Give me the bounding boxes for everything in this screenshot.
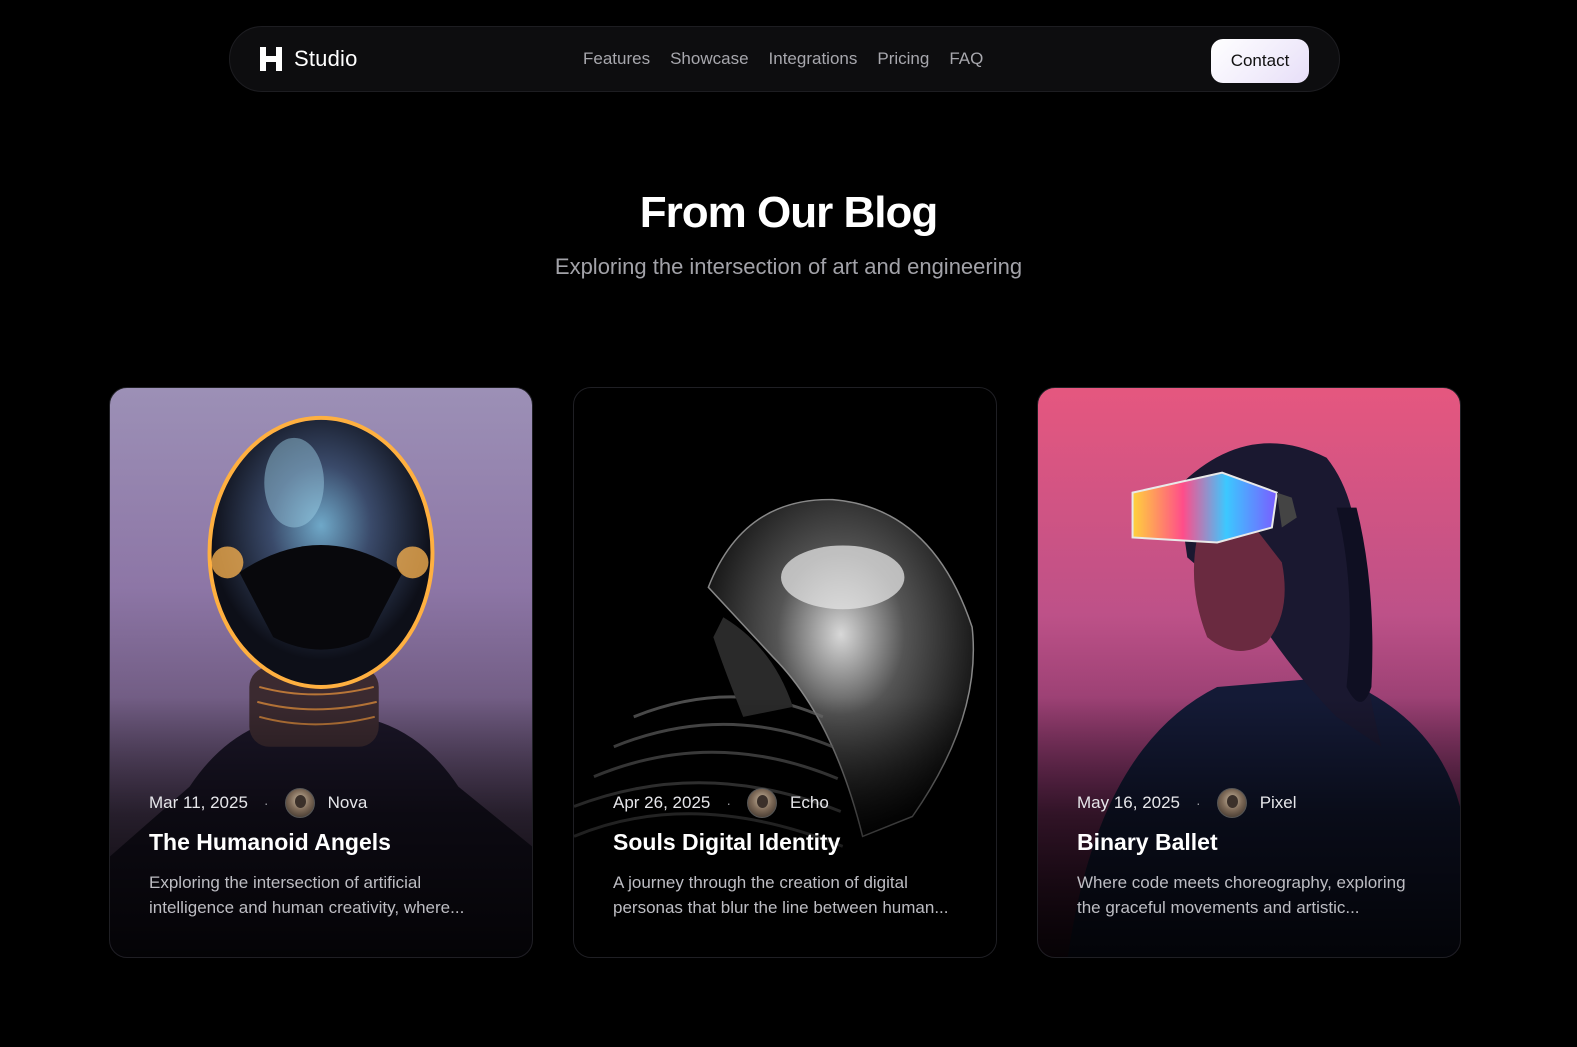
page-title: From Our Blog [639, 188, 938, 237]
contact-button[interactable]: Contact [1211, 39, 1309, 83]
meta-separator-dot: · [726, 795, 732, 811]
nav-link-pricing[interactable]: Pricing [877, 49, 929, 69]
post-meta: Mar 11, 2025 · Nova [149, 788, 367, 818]
meta-separator-dot: · [1196, 795, 1201, 811]
post-excerpt: Exploring the intersection of artificial… [149, 873, 465, 917]
post-excerpt: Where code meets choreography, exploring… [1077, 873, 1406, 917]
nav-link-integrations[interactable]: Integrations [769, 49, 858, 69]
studio-logo-icon [260, 47, 282, 71]
author-avatar [1216, 788, 1247, 818]
nav-link-faq[interactable]: FAQ [949, 49, 983, 69]
post-title: Souls Digital Identity [613, 829, 841, 855]
author-name: Echo [790, 793, 829, 812]
navbar: Studio Features Showcase Integrations Pr… [229, 26, 1340, 92]
post-date: Mar 11, 2025 [149, 793, 248, 812]
author-avatar [284, 788, 315, 818]
brand[interactable]: Studio [258, 46, 358, 72]
blog-card[interactable]: Mar 11, 2025 · Nova The Humanoid Angels … [109, 387, 533, 958]
post-title: The Humanoid Angels [149, 829, 391, 855]
nav-links: Features Showcase Integrations Pricing F… [583, 49, 983, 69]
post-meta: May 16, 2025 · Pixel [1077, 788, 1297, 818]
post-date: May 16, 2025 [1077, 793, 1181, 812]
nav-link-features[interactable]: Features [583, 49, 650, 69]
blog-card[interactable]: Apr 26, 2025 · Echo Souls Digital Identi… [573, 387, 997, 958]
brand-name: Studio [294, 46, 358, 71]
author-name: Pixel [1259, 793, 1297, 812]
nav-link-showcase[interactable]: Showcase [670, 49, 748, 69]
post-title: Binary Ballet [1077, 829, 1218, 855]
page-subtitle: Exploring the intersection of art and en… [554, 254, 1023, 279]
author-name: Nova [327, 793, 368, 812]
author-avatar [747, 788, 778, 818]
post-meta: Apr 26, 2025 · Echo [613, 788, 829, 818]
meta-separator-dot: · [263, 795, 269, 811]
post-excerpt: A journey through the creation of digita… [613, 873, 949, 917]
post-date: Apr 26, 2025 [613, 793, 711, 812]
blog-card[interactable]: May 16, 2025 · Pixel Binary Ballet Where… [1037, 387, 1461, 958]
